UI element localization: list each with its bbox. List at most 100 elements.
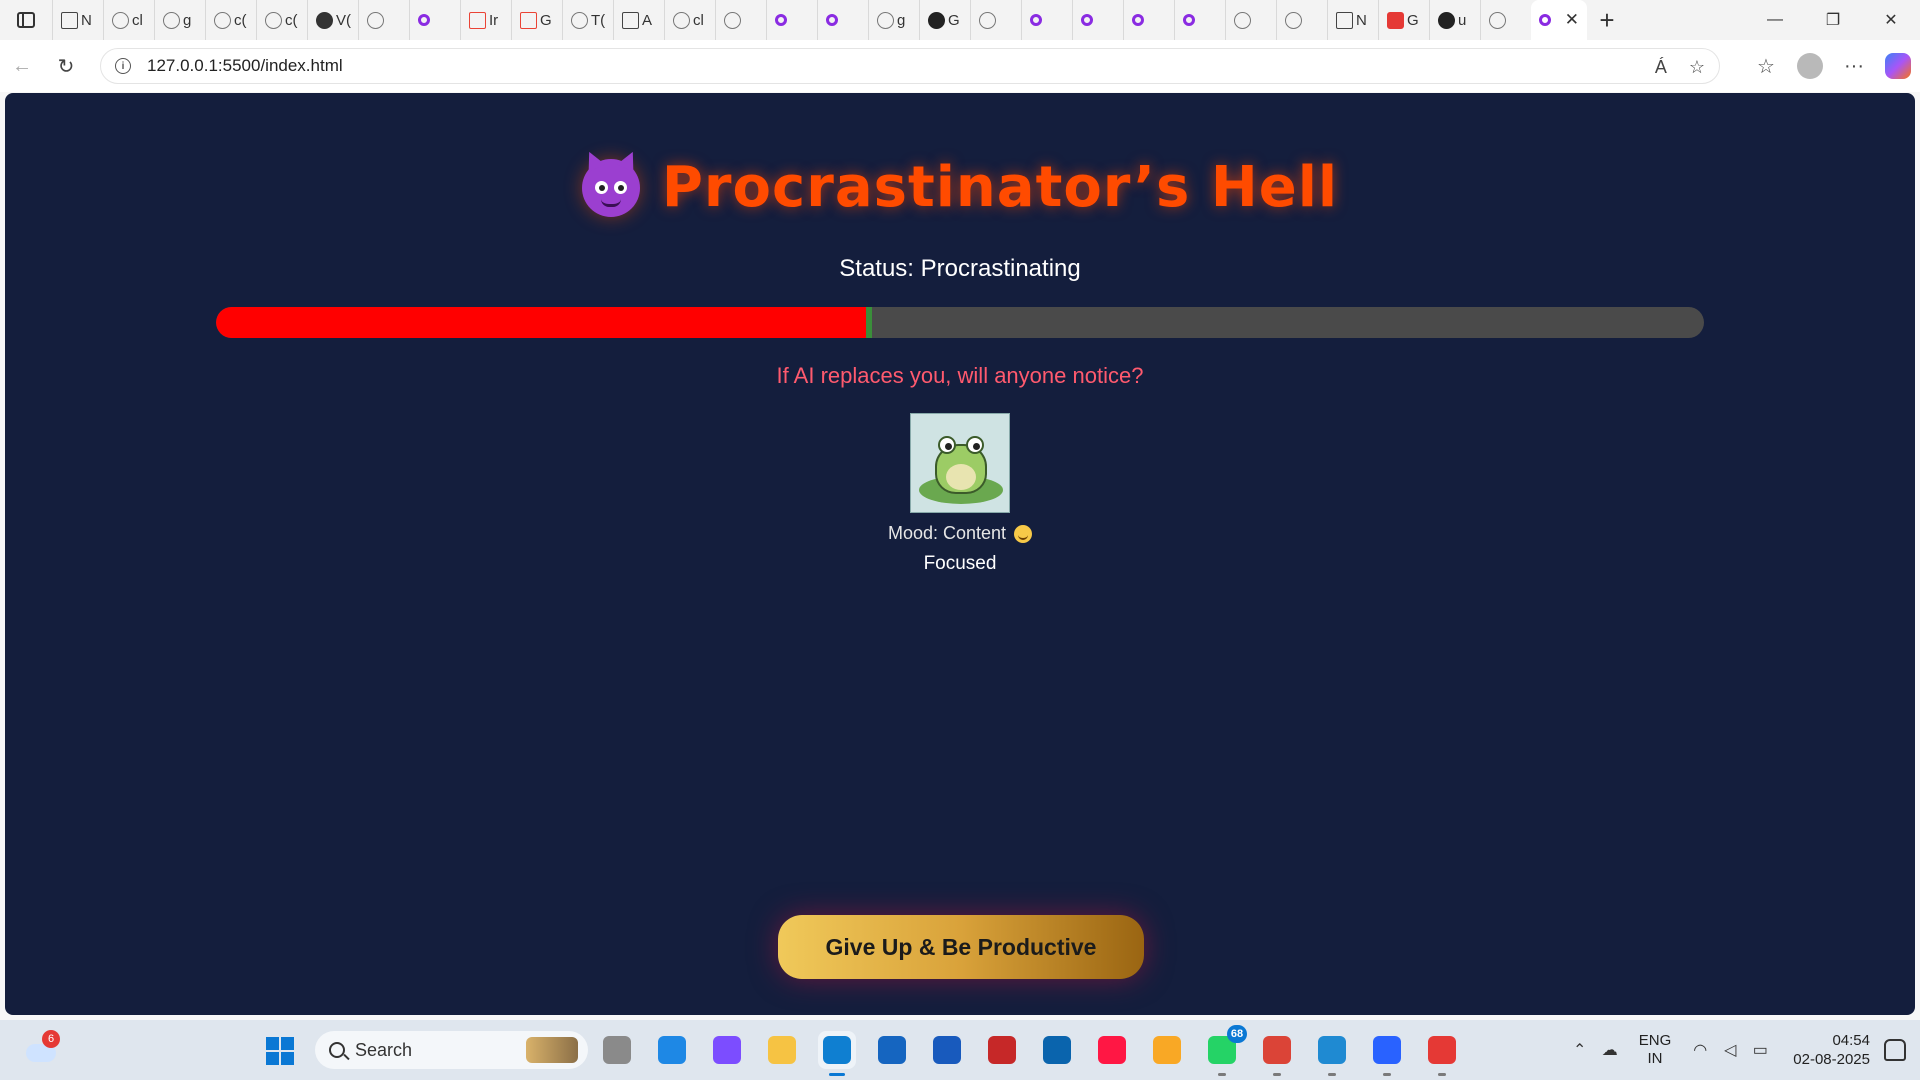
address-bar[interactable]: i 127.0.0.1:5500/index.html Á ☆	[100, 48, 1720, 84]
tab-27[interactable]: u	[1429, 0, 1480, 40]
tab-22[interactable]	[1174, 0, 1225, 40]
page-title: Procrastinator’s Hell	[661, 155, 1339, 220]
taskbar-search[interactable]: Search	[315, 1031, 588, 1069]
more-menu-icon[interactable]: ···	[1832, 40, 1876, 92]
tab-17[interactable]: G	[919, 0, 970, 40]
notepad-icon[interactable]	[1368, 1031, 1406, 1076]
globe-icon	[1285, 11, 1302, 29]
clock[interactable]: 04:54 02-08-2025	[1793, 1031, 1870, 1069]
tab-5[interactable]: V(	[307, 0, 358, 40]
language-indicator[interactable]: ENG IN	[1639, 1032, 1672, 1068]
taskbar-apps: 68	[598, 1025, 1461, 1076]
triangle-icon	[316, 11, 333, 29]
site-info-icon[interactable]: i	[115, 58, 131, 74]
wifi-icon[interactable]: ◠	[1685, 1040, 1715, 1060]
onedrive-icon[interactable]: ☁	[1595, 1040, 1625, 1060]
tab-28[interactable]	[1480, 0, 1531, 40]
tab-2[interactable]: g	[154, 0, 205, 40]
quote-text: If AI replaces you, will anyone notice?	[776, 363, 1144, 388]
system-tray: ⌃ ☁ ENG IN ◠ ◁ ▭ 04:54 02-08-2025	[1565, 1020, 1920, 1080]
tab-3[interactable]: c(	[205, 0, 256, 40]
chrome-icon[interactable]	[1258, 1031, 1296, 1076]
app-glyph	[1373, 1036, 1401, 1064]
tab-24[interactable]	[1276, 0, 1327, 40]
tab-11[interactable]: A	[613, 0, 664, 40]
tab-4[interactable]: c(	[256, 0, 307, 40]
app-glyph	[1098, 1036, 1126, 1064]
tab-26[interactable]: G	[1378, 0, 1429, 40]
tab-8[interactable]: Ir	[460, 0, 511, 40]
devil-emoji-icon	[581, 158, 640, 217]
quill-icon	[1030, 14, 1042, 26]
tab-6[interactable]	[358, 0, 409, 40]
store-icon[interactable]	[873, 1031, 911, 1069]
help-icon[interactable]	[653, 1031, 691, 1069]
copilot-icon[interactable]	[708, 1031, 746, 1069]
tab-13[interactable]	[715, 0, 766, 40]
running-indicator	[829, 1073, 845, 1076]
tab-14[interactable]	[766, 0, 817, 40]
tab-active[interactable]: ✕	[1531, 0, 1587, 40]
tab-1[interactable]: cl	[103, 0, 154, 40]
battery-icon[interactable]: ▭	[1745, 1040, 1775, 1060]
vscode-icon[interactable]	[1313, 1031, 1351, 1076]
tab-15[interactable]	[817, 0, 868, 40]
edge-icon[interactable]	[818, 1031, 856, 1076]
show-hidden-icons-icon[interactable]: ⌃	[1565, 1040, 1595, 1060]
page-icon	[61, 11, 78, 29]
notification-bell-icon[interactable]	[1884, 1039, 1906, 1061]
weather-widget[interactable]: 6	[22, 1030, 60, 1066]
favorites-menu-icon[interactable]: ☆	[1744, 40, 1788, 92]
tab-actions-button[interactable]	[0, 0, 52, 40]
close-tab-icon[interactable]: ✕	[1565, 10, 1579, 30]
tab-0[interactable]: N	[52, 0, 103, 40]
file-explorer-icon[interactable]	[763, 1031, 801, 1069]
give-up-button[interactable]: Give Up & Be Productive	[778, 915, 1144, 979]
git-icon[interactable]	[1093, 1031, 1131, 1069]
copilot-icon	[1885, 53, 1911, 79]
tab-strip: Ncl g c(c(V(Ir G T(Acl g G N Gu ✕ + — ❐ ✕	[0, 0, 1920, 40]
outlook-icon[interactable]	[1038, 1031, 1076, 1069]
tab-10[interactable]: T(	[562, 0, 613, 40]
word-icon[interactable]	[928, 1031, 966, 1069]
tab-label: G	[948, 11, 960, 29]
whatsapp-icon[interactable]: 68	[1203, 1025, 1247, 1076]
read-aloud-icon[interactable]: Á	[1655, 57, 1667, 78]
tab-16[interactable]: g	[868, 0, 919, 40]
refresh-button[interactable]: ↻	[44, 48, 88, 84]
running-indicator	[1273, 1073, 1281, 1076]
new-tab-button[interactable]: +	[1587, 0, 1627, 40]
favorite-star-icon[interactable]: ☆	[1689, 57, 1705, 78]
minimize-button[interactable]: —	[1746, 0, 1804, 40]
tab-25[interactable]: N	[1327, 0, 1378, 40]
globe-icon	[673, 11, 690, 29]
app-glyph	[1318, 1036, 1346, 1064]
tab-19[interactable]	[1021, 0, 1072, 40]
close-window-button[interactable]: ✕	[1862, 0, 1920, 40]
tab-label: c(	[285, 11, 298, 29]
tab-7[interactable]	[409, 0, 460, 40]
back-button[interactable]: ←	[0, 48, 44, 84]
tab-20[interactable]	[1072, 0, 1123, 40]
task-view-icon[interactable]	[598, 1031, 636, 1069]
volume-icon[interactable]: ◁	[1715, 1040, 1745, 1060]
page-header: Procrastinator’s Hell	[5, 155, 1915, 220]
tab-label: T(	[591, 11, 606, 29]
maximize-button[interactable]: ❐	[1804, 0, 1862, 40]
profile-button[interactable]	[1788, 40, 1832, 92]
quill-icon	[418, 14, 430, 26]
notes-icon[interactable]	[1148, 1031, 1186, 1069]
start-button[interactable]	[266, 1037, 294, 1065]
tab-21[interactable]	[1123, 0, 1174, 40]
tab-18[interactable]	[970, 0, 1021, 40]
app-glyph	[823, 1036, 851, 1064]
snipping-icon[interactable]	[1423, 1031, 1461, 1076]
tab-label: G	[1407, 11, 1419, 29]
tab-9[interactable]: G	[511, 0, 562, 40]
procrastination-progress-bar	[216, 307, 1704, 338]
copilot-button[interactable]	[1876, 40, 1920, 92]
url-text[interactable]: 127.0.0.1:5500/index.html	[147, 56, 343, 76]
tab-23[interactable]	[1225, 0, 1276, 40]
mcafee-icon[interactable]	[983, 1031, 1021, 1069]
tab-12[interactable]: cl	[664, 0, 715, 40]
